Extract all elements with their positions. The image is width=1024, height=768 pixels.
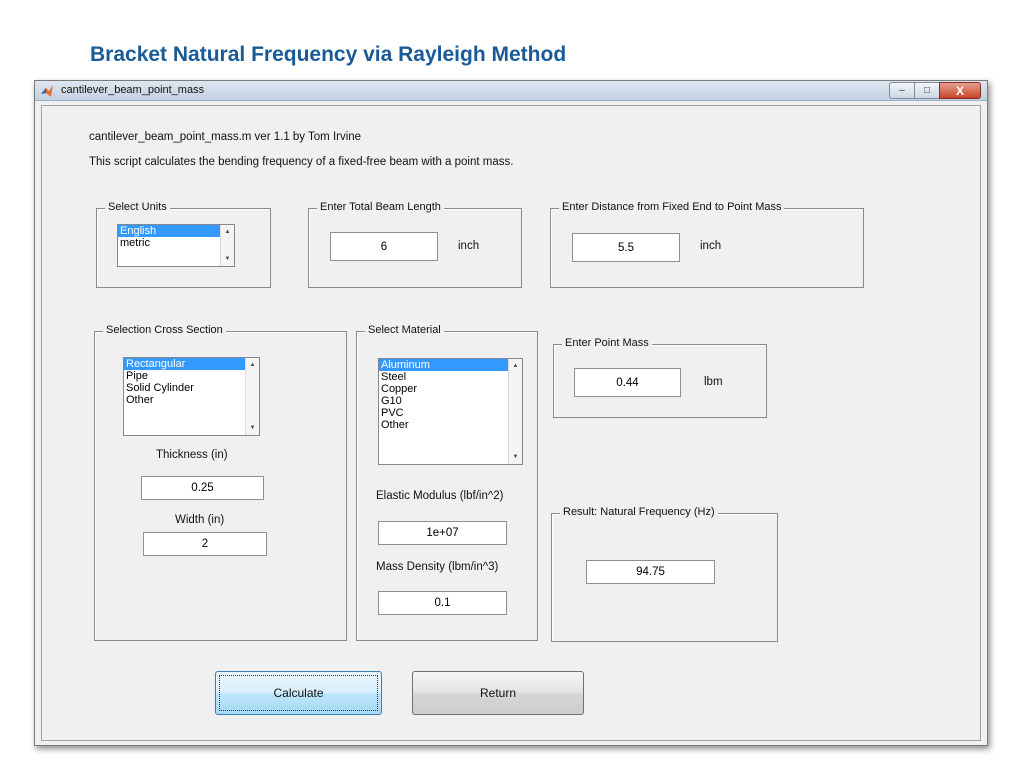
units-option-metric[interactable]: metric — [118, 237, 234, 249]
beam-length-unit: inch — [458, 240, 480, 252]
point-mass-legend: Enter Point Mass — [562, 337, 652, 349]
cross-section-option[interactable]: Rectangular — [124, 358, 259, 370]
script-description-text: This script calculates the bending frequ… — [89, 156, 514, 168]
mass-density-label: Mass Density (lbm/in^3) — [376, 561, 499, 573]
close-icon: X — [955, 83, 964, 98]
distance-legend: Enter Distance from Fixed End to Point M… — [559, 201, 785, 213]
result-legend: Result: Natural Frequency (Hz) — [560, 506, 718, 518]
thickness-input[interactable]: 0.25 — [141, 476, 264, 500]
elastic-modulus-label: Elastic Modulus (lbf/in^2) — [376, 490, 504, 502]
cross-section-legend: Selection Cross Section — [103, 324, 226, 336]
cross-section-scrollbar[interactable]: ▲ ▼ — [245, 358, 259, 435]
beam-length-legend: Enter Total Beam Length — [317, 201, 444, 213]
elastic-modulus-input[interactable]: 1e+07 — [378, 521, 507, 545]
slide-title: Bracket Natural Frequency via Rayleigh M… — [90, 43, 567, 66]
material-option[interactable]: Copper — [379, 383, 522, 395]
cross-section-option[interactable]: Pipe — [124, 370, 259, 382]
window-title: cantilever_beam_point_mass — [61, 84, 205, 96]
material-option[interactable]: Aluminum — [379, 359, 522, 371]
material-legend: Select Material — [365, 324, 444, 336]
material-scrollbar[interactable]: ▲ ▼ — [508, 359, 522, 464]
return-button[interactable]: Return — [412, 671, 584, 715]
thickness-label: Thickness (in) — [156, 449, 228, 461]
minimize-button[interactable]: – — [889, 82, 915, 99]
scroll-down-icon[interactable]: ▼ — [221, 253, 234, 265]
width-input[interactable]: 2 — [143, 532, 267, 556]
beam-length-input[interactable]: 6 — [330, 232, 438, 261]
material-listbox[interactable]: Aluminum Steel Copper G10 PVC Other ▲ ▼ — [378, 358, 523, 465]
material-option[interactable]: Steel — [379, 371, 522, 383]
cross-section-listbox[interactable]: Rectangular Pipe Solid Cylinder Other ▲ … — [123, 357, 260, 436]
units-listbox[interactable]: English metric ▲ ▼ — [117, 224, 235, 267]
app-window: cantilever_beam_point_mass – □ X cantile… — [34, 80, 988, 746]
scroll-up-icon[interactable]: ▲ — [246, 359, 259, 371]
maximize-button[interactable]: □ — [914, 82, 940, 99]
script-version-text: cantilever_beam_point_mass.m ver 1.1 by … — [89, 131, 362, 143]
point-mass-unit: lbm — [704, 376, 723, 388]
units-panel: Select Units English metric ▲ ▼ — [96, 201, 271, 288]
scroll-down-icon[interactable]: ▼ — [246, 422, 259, 434]
width-label: Width (in) — [175, 514, 225, 526]
units-legend: Select Units — [105, 201, 170, 213]
scroll-down-icon[interactable]: ▼ — [509, 451, 522, 463]
material-option[interactable]: PVC — [379, 407, 522, 419]
mass-density-input[interactable]: 0.1 — [378, 591, 507, 615]
window-titlebar[interactable]: cantilever_beam_point_mass – □ X — [35, 81, 987, 101]
close-button[interactable]: X — [939, 82, 981, 99]
material-panel: Select Material Aluminum Steel Copper G1… — [356, 324, 538, 641]
distance-unit: inch — [700, 240, 722, 252]
maximize-icon: □ — [923, 85, 931, 96]
units-scrollbar[interactable]: ▲ ▼ — [220, 225, 234, 266]
minimize-icon: – — [899, 85, 905, 96]
beam-length-panel: Enter Total Beam Length 6 inch — [308, 201, 522, 288]
cross-section-panel: Selection Cross Section Rectangular Pipe… — [94, 324, 347, 641]
units-option-english[interactable]: English — [118, 225, 234, 237]
scroll-up-icon[interactable]: ▲ — [509, 360, 522, 372]
cross-section-option[interactable]: Solid Cylinder — [124, 382, 259, 394]
distance-input[interactable]: 5.5 — [572, 233, 680, 262]
material-option[interactable]: Other — [379, 419, 522, 431]
scroll-up-icon[interactable]: ▲ — [221, 226, 234, 238]
calculate-button[interactable]: Calculate — [215, 671, 382, 715]
point-mass-input[interactable]: 0.44 — [574, 368, 681, 397]
natural-frequency-output: 94.75 — [586, 560, 715, 584]
distance-panel: Enter Distance from Fixed End to Point M… — [550, 201, 864, 288]
figure-client-area: cantilever_beam_point_mass.m ver 1.1 by … — [41, 105, 981, 741]
result-panel: Result: Natural Frequency (Hz) 94.75 — [551, 506, 778, 642]
matlab-icon — [41, 85, 53, 97]
point-mass-panel: Enter Point Mass 0.44 lbm — [553, 337, 767, 418]
cross-section-option[interactable]: Other — [124, 394, 259, 406]
material-option[interactable]: G10 — [379, 395, 522, 407]
